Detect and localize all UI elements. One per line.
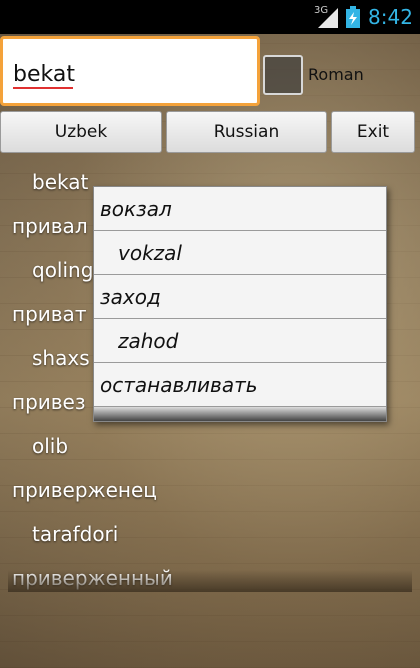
list-item[interactable]: tarafdori xyxy=(8,512,412,556)
russian-button[interactable]: Russian xyxy=(166,111,327,153)
suggestion-item[interactable]: zahod xyxy=(94,319,386,363)
search-field-container[interactable] xyxy=(0,36,260,106)
suggestion-item[interactable]: останавливать xyxy=(94,363,386,407)
roman-checkbox[interactable] xyxy=(263,55,303,95)
list-item[interactable]: приверженец xyxy=(8,468,412,512)
popup-footer xyxy=(94,407,386,421)
clock: 8:42 xyxy=(368,5,413,29)
roman-label: Roman xyxy=(308,65,364,84)
spellcheck-underline xyxy=(13,87,73,89)
suggestion-item[interactable]: заход xyxy=(94,275,386,319)
signal-icon xyxy=(318,8,338,28)
search-input[interactable] xyxy=(13,57,248,91)
suggestion-item[interactable]: vokzal xyxy=(94,231,386,275)
list-item[interactable]: olib xyxy=(8,424,412,468)
list-fade xyxy=(8,570,412,592)
suggestion-popup[interactable]: останавливать zahod заход vokzal вокзал xyxy=(93,186,387,422)
battery-charging-icon xyxy=(346,6,360,28)
suggestion-item[interactable]: вокзал xyxy=(94,187,386,231)
exit-button[interactable]: Exit xyxy=(331,111,415,153)
uzbek-button[interactable]: Uzbek xyxy=(0,111,162,153)
status-bar: 3G 8:42 xyxy=(0,0,420,34)
